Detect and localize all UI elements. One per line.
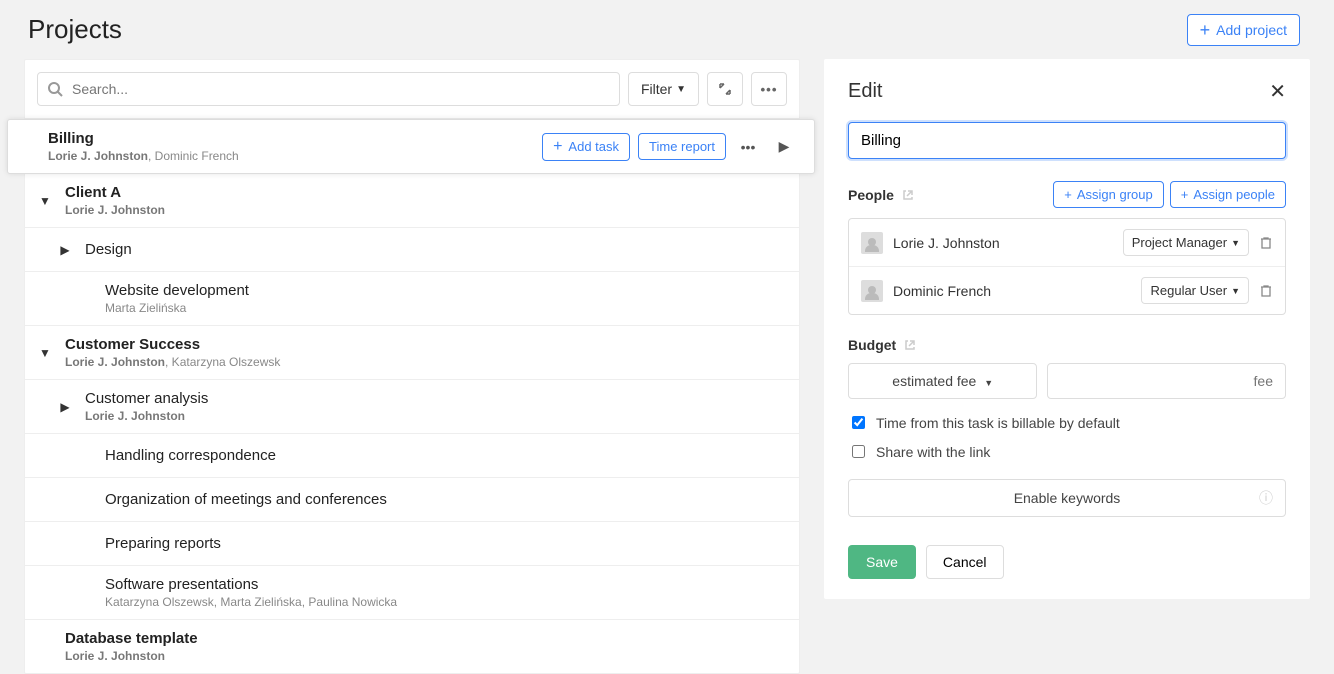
share-checkbox[interactable] (852, 445, 865, 458)
add-task-label: Add task (568, 139, 619, 154)
people-label: People (848, 187, 894, 203)
row-title: Billing (48, 130, 542, 147)
assign-people-label: Assign people (1193, 187, 1275, 202)
tree-row-customer-success[interactable]: ▼ Customer Success Lorie J. Johnston, Ka… (25, 326, 799, 380)
row-sub: Lorie J. Johnston (65, 649, 787, 663)
billable-checkbox-row[interactable]: Time from this task is billable by defau… (848, 413, 1286, 432)
tree-row-software[interactable]: Software presentations Katarzyna Olszews… (25, 566, 799, 620)
external-link-icon[interactable] (902, 189, 914, 201)
tree-row-website-development[interactable]: Website development Marta Zielińska (25, 272, 799, 326)
estimated-fee-label: estimated fee (892, 373, 976, 389)
row-sub: Marta Zielińska (105, 301, 787, 315)
row-sub: Lorie J. Johnston, Katarzyna Olszewsk (65, 355, 787, 369)
share-label: Share with the link (876, 444, 990, 460)
filter-label: Filter (641, 81, 672, 97)
plus-icon: + (1200, 21, 1211, 39)
person-name: Lorie J. Johnston (893, 235, 1113, 251)
row-sub: Katarzyna Olszewsk, Marta Zielińska, Pau… (105, 595, 787, 609)
row-title: Client A (65, 184, 787, 201)
tree-row-design[interactable]: ▶ Design (25, 228, 799, 272)
more-icon-button[interactable]: ••• (751, 72, 787, 106)
role-label: Regular User (1150, 283, 1227, 298)
row-sub: Lorie J. Johnston (65, 203, 787, 217)
add-task-button[interactable]: + Add task (542, 133, 630, 161)
tree-row-database-template[interactable]: Database template Lorie J. Johnston (25, 620, 799, 673)
tree-row-client-a[interactable]: ▼ Client A Lorie J. Johnston (25, 174, 799, 228)
person-name: Dominic French (893, 283, 1131, 299)
role-label: Project Manager (1132, 235, 1227, 250)
row-title: Customer analysis (85, 390, 787, 407)
row-title: Organization of meetings and conferences (105, 491, 787, 508)
tree-row-billing[interactable]: Billing Lorie J. Johnston, Dominic Frenc… (7, 119, 815, 174)
info-icon: ⓘ (1259, 488, 1273, 508)
row-title: Website development (105, 282, 787, 299)
edit-title: Edit (848, 80, 882, 103)
page-title: Projects (0, 0, 122, 59)
cancel-button[interactable]: Cancel (926, 545, 1004, 579)
billable-label: Time from this task is billable by defau… (876, 415, 1120, 431)
avatar (861, 280, 883, 302)
chevron-right-icon[interactable]: ▶ (45, 400, 85, 414)
row-sub: Lorie J. Johnston, Dominic French (48, 149, 542, 163)
row-title: Database template (65, 630, 787, 647)
external-link-icon[interactable] (904, 339, 916, 351)
filter-button[interactable]: Filter ▼ (628, 72, 699, 106)
person-row: Lorie J. Johnston Project Manager ▼ (849, 219, 1285, 266)
add-project-label: Add project (1216, 22, 1287, 38)
row-title: Preparing reports (105, 535, 787, 552)
more-icon: ••• (761, 82, 778, 97)
caret-down-icon: ▼ (984, 378, 993, 388)
project-name-input[interactable] (848, 122, 1286, 159)
time-report-label: Time report (649, 139, 715, 154)
billable-checkbox[interactable] (852, 416, 865, 429)
chevron-down-icon[interactable]: ▼ (25, 194, 65, 208)
tree-row-correspondence[interactable]: Handling correspondence (25, 434, 799, 478)
row-more-button[interactable]: ••• (734, 139, 762, 155)
row-title: Design (85, 241, 787, 258)
edit-panel: Edit ✕ People + Assign group + Assign pe… (824, 59, 1310, 599)
tree-row-customer-analysis[interactable]: ▶ Customer analysis Lorie J. Johnston (25, 380, 799, 434)
trash-icon[interactable] (1259, 236, 1273, 250)
row-title: Customer Success (65, 336, 787, 353)
time-report-button[interactable]: Time report (638, 133, 726, 160)
caret-down-icon: ▼ (676, 84, 686, 95)
tree-row-reports[interactable]: Preparing reports (25, 522, 799, 566)
estimated-fee-dropdown[interactable]: estimated fee ▼ (848, 363, 1037, 399)
person-row: Dominic French Regular User ▼ (849, 266, 1285, 314)
keywords-label: Enable keywords (1014, 490, 1121, 506)
role-dropdown[interactable]: Regular User ▼ (1141, 277, 1249, 304)
avatar (861, 232, 883, 254)
assign-group-label: Assign group (1077, 187, 1153, 202)
search-icon (47, 81, 63, 97)
tree-row-organization[interactable]: Organization of meetings and conferences (25, 478, 799, 522)
plus-icon: + (553, 139, 562, 155)
chevron-down-icon[interactable]: ▼ (25, 346, 65, 360)
fee-input[interactable] (1047, 363, 1286, 399)
enable-keywords-button[interactable]: Enable keywords ⓘ (848, 479, 1286, 517)
budget-label: Budget (848, 337, 896, 353)
projects-panel: Filter ▼ ••• Billing Lorie J. Johnston, … (24, 59, 800, 674)
chevron-right-icon[interactable]: ▶ (45, 243, 85, 257)
row-expand-button[interactable]: ▶ (770, 138, 798, 155)
search-input[interactable] (37, 72, 620, 106)
close-icon[interactable]: ✕ (1269, 79, 1286, 104)
assign-people-button[interactable]: + Assign people (1170, 181, 1286, 208)
add-project-button[interactable]: + Add project (1187, 14, 1300, 46)
caret-down-icon: ▼ (1231, 238, 1240, 248)
save-button[interactable]: Save (848, 545, 916, 579)
plus-icon: + (1064, 187, 1072, 202)
caret-down-icon: ▼ (1231, 286, 1240, 296)
row-sub: Lorie J. Johnston (85, 409, 787, 423)
trash-icon[interactable] (1259, 284, 1273, 298)
role-dropdown[interactable]: Project Manager ▼ (1123, 229, 1249, 256)
share-checkbox-row[interactable]: Share with the link (848, 442, 1286, 461)
row-title: Software presentations (105, 576, 787, 593)
assign-group-button[interactable]: + Assign group (1053, 181, 1163, 208)
plus-icon: + (1181, 187, 1189, 202)
expand-icon-button[interactable] (707, 72, 743, 106)
row-title: Handling correspondence (105, 447, 787, 464)
